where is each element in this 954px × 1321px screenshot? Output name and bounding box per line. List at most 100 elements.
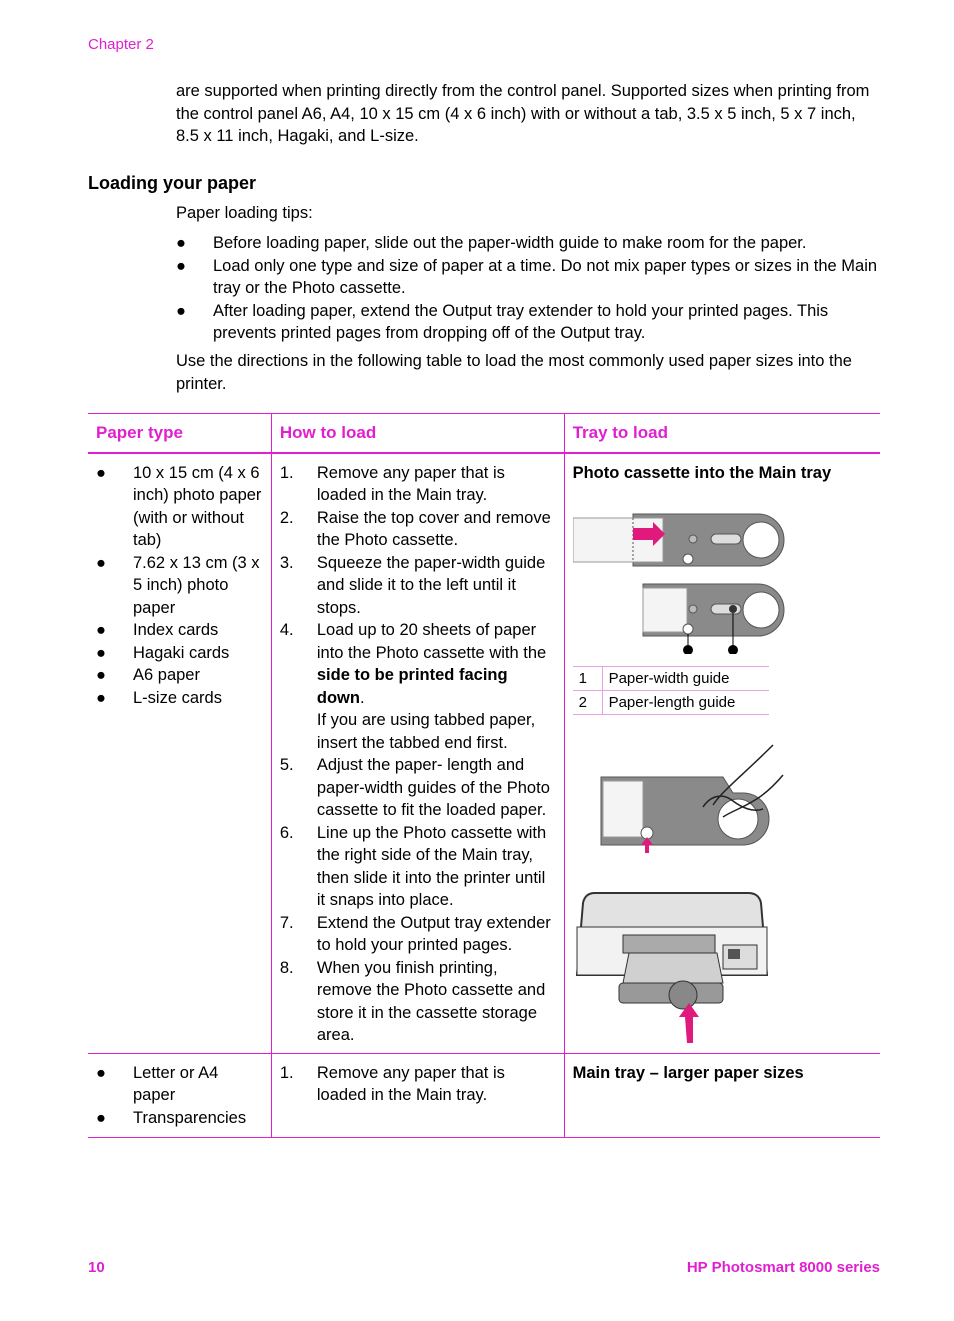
- tray-title: Photo cassette into the Main tray: [572, 463, 832, 482]
- callout-legend: 1 Paper-width guide 2 Paper-length guide: [572, 666, 769, 715]
- header-tray-to-load: Tray to load: [563, 413, 880, 454]
- paper-type-item: ● A6 paper: [96, 664, 263, 687]
- paper-type-text: Transparencies: [133, 1108, 247, 1127]
- paper-type-item: ● Transparencies: [96, 1107, 263, 1130]
- callout-label: Paper-width guide: [601, 666, 769, 691]
- table-intro-paragraph: Use the directions in the following tabl…: [176, 352, 852, 393]
- how-to-load-cell: 1. Remove any paper that is loaded in the…: [270, 1053, 565, 1138]
- tips-label: Paper loading tips:: [176, 204, 313, 222]
- callout-label: Paper-length guide: [601, 690, 769, 715]
- step-item: 1. Remove any paper that is loaded in the…: [280, 1062, 556, 1107]
- step-item: 7. Extend the Output tray extender to hol…: [280, 912, 556, 957]
- paper-type-item: ● 10 x 15 cm (4 x 6 inch) photo paper (wi…: [96, 462, 263, 552]
- step-text: Load up to 20 sheets of paper into the P…: [316, 621, 547, 662]
- step-item: 8. When you finish printing, remove the P…: [280, 957, 556, 1047]
- callout-number: 1: [572, 666, 603, 691]
- bullet-icon: ●: [96, 463, 106, 482]
- step-item: 1. Remove any paper that is loaded in the…: [280, 462, 556, 507]
- bullet-icon: ●: [176, 301, 186, 320]
- photo-cassette-illustration: [572, 513, 785, 654]
- bullet-icon: ●: [96, 666, 106, 684]
- step-item: 4. Load up to 20 sheets of paper into the…: [280, 619, 556, 754]
- paper-type-text: A6 paper: [133, 666, 200, 684]
- bullet-icon: ●: [96, 553, 106, 572]
- paper-type-text: Index cards: [133, 621, 219, 639]
- tray-title: Main tray – larger paper sizes: [572, 1063, 804, 1082]
- tip-item: ● Before loading paper, slide out the pap…: [176, 232, 886, 255]
- cassette-top-icon: [572, 513, 785, 567]
- tip-item: ● After loading paper, extend the Output …: [176, 300, 886, 345]
- step-number: 7.: [279, 913, 294, 932]
- tips-list: ● Before loading paper, slide out the pap…: [176, 232, 886, 345]
- bullet-icon: ●: [96, 688, 106, 707]
- bullet-icon: ●: [96, 1063, 106, 1082]
- step-text: Squeeze the paper-width guide and slide …: [316, 553, 546, 617]
- step-number: 2.: [279, 508, 294, 527]
- header-how-to-load: How to load: [270, 413, 565, 454]
- paper-type-cell: ● 10 x 15 cm (4 x 6 inch) photo paper (wi…: [88, 452, 272, 1054]
- step-item: 5. Adjust the paper- length and paper-wid…: [280, 754, 556, 822]
- product-title: HP Photosmart 8000 series: [686, 1259, 880, 1276]
- step-item: 3. Squeeze the paper-width guide and slid…: [280, 552, 556, 620]
- bullet-icon: ●: [176, 256, 186, 275]
- printer-illustration: [575, 892, 768, 1043]
- intro-paragraph: are supported when printing directly fro…: [176, 82, 870, 145]
- paper-type-cell: ● Letter or A4 paper ● Transparencies: [88, 1053, 272, 1138]
- table-row: ● 10 x 15 cm (4 x 6 inch) photo paper (wi…: [88, 452, 880, 1054]
- step-text: .: [359, 688, 365, 707]
- paper-type-text: Letter or A4 paper: [133, 1063, 219, 1105]
- tip-item: ● Load only one type and size of paper at…: [176, 255, 886, 300]
- header-paper-type: Paper type: [88, 413, 272, 454]
- step-number: 5.: [279, 756, 294, 774]
- tray-to-load-cell: Photo cassette into the Main tray 1 Pape…: [563, 452, 880, 1054]
- paper-type-item: ● Index cards: [96, 619, 263, 642]
- step-item: 6. Line up the Photo cassette with the ri…: [280, 822, 556, 912]
- step-number: 4.: [279, 621, 294, 639]
- paper-type-item: ● Hagaki cards: [96, 642, 263, 665]
- step-text: Raise the top cover and remove the Photo…: [316, 508, 551, 550]
- bullet-icon: ●: [96, 1108, 106, 1127]
- hand-adjusting-guide-illustration: [600, 744, 784, 853]
- printer-icon: [575, 892, 768, 1010]
- page-number: 10: [88, 1259, 105, 1276]
- chapter-header: Chapter 2: [88, 36, 154, 53]
- step-note: If you are using tabbed paper, insert th…: [316, 711, 536, 752]
- step-text: Extend the Output tray extender to hold …: [316, 913, 551, 955]
- step-number: 3.: [279, 553, 294, 572]
- step-text: When you finish printing, remove the Pho…: [316, 958, 546, 1045]
- tip-text: Before loading paper, slide out the pape…: [213, 234, 807, 252]
- step-number: 8.: [279, 958, 294, 977]
- callout-number: 2: [572, 690, 603, 715]
- bullet-icon: ●: [176, 234, 186, 252]
- callout-1-icon: [682, 645, 693, 654]
- step-number: 1.: [279, 463, 294, 482]
- paper-type-text: Hagaki cards: [133, 643, 230, 662]
- step-text: Adjust the paper- length and paper-width…: [316, 756, 550, 819]
- callout-2-icon: [727, 645, 738, 654]
- step-text-emphasis: side to be printed facing down: [316, 666, 508, 707]
- step-number: 6.: [279, 823, 294, 842]
- paper-loading-table: Paper type How to load Tray to load ● 10 …: [88, 413, 880, 1138]
- paper-type-text: L-size cards: [133, 688, 222, 707]
- tip-text: Load only one type and size of paper at …: [213, 256, 878, 298]
- bullet-icon: ●: [96, 621, 106, 639]
- cassette-bottom-icon: [642, 583, 785, 646]
- callout-row: 1 Paper-width guide: [572, 666, 769, 691]
- step-number: 1.: [279, 1063, 294, 1082]
- tip-text: After loading paper, extend the Output t…: [213, 301, 829, 343]
- table-header-row: Paper type How to load Tray to load: [88, 413, 880, 454]
- bullet-icon: ●: [96, 643, 106, 662]
- paper-type-item: ● Letter or A4 paper: [96, 1062, 263, 1107]
- step-item: 2. Raise the top cover and remove the Pho…: [280, 507, 556, 552]
- table-row: ● Letter or A4 paper ● Transparencies 1. Re…: [88, 1053, 880, 1138]
- tray-to-load-cell: Main tray – larger paper sizes: [563, 1053, 880, 1138]
- paper-type-item: ● 7.62 x 13 cm (3 x 5 inch) photo paper: [96, 552, 263, 620]
- step-text: Remove any paper that is loaded in the M…: [316, 1063, 505, 1105]
- step-text: Remove any paper that is loaded in the M…: [316, 463, 505, 505]
- paper-type-text: 7.62 x 13 cm (3 x 5 inch) photo paper: [133, 553, 260, 617]
- section-title: Loading your paper: [88, 173, 257, 193]
- step-text: Line up the Photo cassette with the righ…: [316, 823, 547, 910]
- how-to-load-cell: 1. Remove any paper that is loaded in the…: [270, 452, 565, 1054]
- paper-type-text: 10 x 15 cm (4 x 6 inch) photo paper (wit…: [133, 463, 262, 550]
- paper-type-item: ● L-size cards: [96, 687, 263, 710]
